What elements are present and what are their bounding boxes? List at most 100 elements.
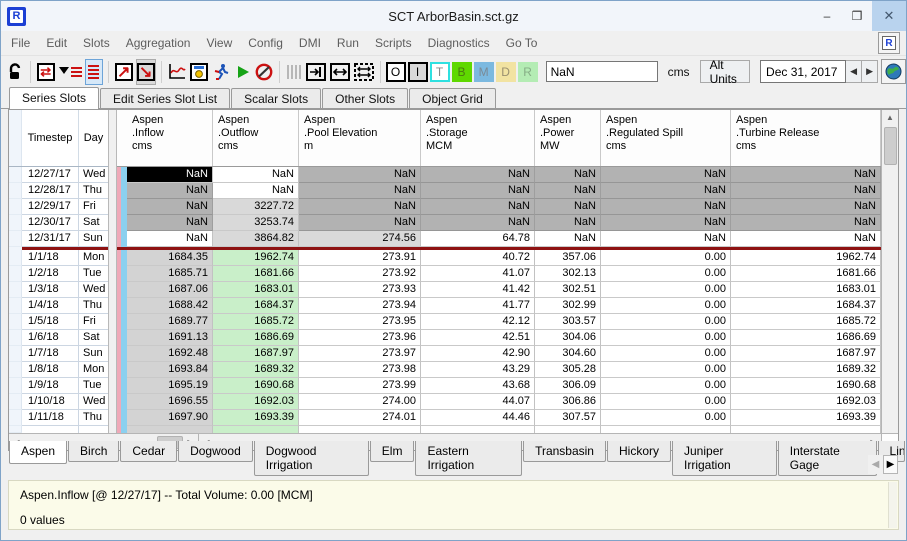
value-cell[interactable]: NaN bbox=[421, 215, 535, 231]
value-cell[interactable]: NaN bbox=[213, 167, 299, 183]
day-cell[interactable]: Wed bbox=[79, 167, 108, 183]
row-gutter[interactable] bbox=[9, 199, 22, 215]
timestep-cell[interactable]: 12/27/17 bbox=[22, 167, 79, 183]
scroll-up-icon[interactable]: ▲ bbox=[883, 110, 898, 125]
row-gutter[interactable] bbox=[9, 346, 22, 362]
day-cell[interactable]: Mon bbox=[79, 250, 108, 266]
row-gutter[interactable] bbox=[9, 282, 22, 298]
timestep-cell[interactable]: 1/7/18 bbox=[22, 346, 79, 362]
timestep-cell[interactable]: 1/6/18 bbox=[22, 330, 79, 346]
vertical-scroll-thumb[interactable] bbox=[884, 127, 897, 165]
column-header-aspen-storage[interactable]: Aspen.StorageMCM bbox=[421, 110, 535, 166]
fit-width-button[interactable] bbox=[329, 59, 351, 85]
value-cell[interactable]: 0.00 bbox=[601, 394, 731, 410]
date-next-button[interactable]: ▶ bbox=[862, 60, 878, 83]
shrink-slot-button[interactable]: ↘ bbox=[136, 59, 156, 85]
day-cell[interactable]: Thu bbox=[79, 183, 108, 199]
pane-splitter[interactable] bbox=[108, 110, 117, 433]
value-cell[interactable]: 3227.72 bbox=[213, 199, 299, 215]
row-gutter[interactable] bbox=[9, 298, 22, 314]
object-tabs-right-icon[interactable]: ▶ bbox=[883, 455, 898, 474]
object-tab-hickory[interactable]: Hickory bbox=[607, 441, 671, 462]
fit-column-button[interactable] bbox=[305, 59, 327, 85]
flag-o-button[interactable]: O bbox=[386, 62, 406, 82]
menu-item-dmi[interactable]: DMI bbox=[299, 36, 321, 50]
value-cell[interactable]: 307.57 bbox=[535, 410, 601, 426]
value-cell[interactable]: 274.01 bbox=[299, 410, 421, 426]
value-cell[interactable]: 1692.03 bbox=[213, 394, 299, 410]
value-cell[interactable]: NaN bbox=[535, 167, 601, 183]
value-cell[interactable]: 1681.66 bbox=[213, 266, 299, 282]
value-cell[interactable]: 43.29 bbox=[421, 362, 535, 378]
value-cell[interactable]: 41.42 bbox=[421, 282, 535, 298]
value-cell[interactable]: 1693.39 bbox=[731, 410, 881, 426]
value-cell[interactable]: 1685.71 bbox=[127, 266, 213, 282]
value-cell[interactable]: 1962.74 bbox=[213, 250, 299, 266]
day-cell[interactable]: Sat bbox=[79, 330, 108, 346]
row-gutter[interactable] bbox=[9, 266, 22, 282]
day-cell[interactable]: Tue bbox=[79, 266, 108, 282]
flag-m-button[interactable]: M bbox=[474, 62, 494, 82]
tab-edit-series-slot-list[interactable]: Edit Series Slot List bbox=[100, 88, 230, 109]
value-cell[interactable]: 42.90 bbox=[421, 346, 535, 362]
value-cell[interactable]: 1687.97 bbox=[213, 346, 299, 362]
riverware-workspace-button[interactable]: R bbox=[878, 32, 900, 54]
object-tab-cedar[interactable]: Cedar bbox=[120, 441, 177, 462]
column-header-aspen-outflow[interactable]: Aspen.Outflowcms bbox=[213, 110, 299, 166]
value-cell[interactable]: 1683.01 bbox=[731, 282, 881, 298]
minimize-button[interactable]: – bbox=[812, 1, 842, 31]
value-cell[interactable]: 273.99 bbox=[299, 378, 421, 394]
menu-item-run[interactable]: Run bbox=[337, 36, 359, 50]
day-cell[interactable]: Sun bbox=[79, 231, 108, 247]
value-cell[interactable]: 302.13 bbox=[535, 266, 601, 282]
start-run-button[interactable] bbox=[233, 59, 251, 85]
value-cell[interactable]: NaN bbox=[601, 199, 731, 215]
value-cell[interactable]: NaN bbox=[127, 167, 213, 183]
value-cell[interactable]: 305.28 bbox=[535, 362, 601, 378]
value-input[interactable] bbox=[546, 61, 658, 82]
value-cell[interactable]: NaN bbox=[535, 199, 601, 215]
value-cell[interactable]: 1689.32 bbox=[731, 362, 881, 378]
value-cell[interactable]: 42.51 bbox=[421, 330, 535, 346]
value-cell[interactable]: 1684.37 bbox=[731, 298, 881, 314]
row-view-button[interactable] bbox=[85, 59, 103, 85]
row-gutter[interactable] bbox=[9, 215, 22, 231]
value-cell[interactable]: 1687.06 bbox=[127, 282, 213, 298]
value-cell[interactable]: 0.00 bbox=[601, 266, 731, 282]
object-tab-aspen[interactable]: Aspen bbox=[9, 441, 67, 464]
object-tab-birch[interactable]: Birch bbox=[68, 441, 119, 462]
value-cell[interactable]: 273.94 bbox=[299, 298, 421, 314]
value-cell[interactable]: 273.97 bbox=[299, 346, 421, 362]
value-cell[interactable]: 1689.77 bbox=[127, 314, 213, 330]
value-cell[interactable]: 1693.84 bbox=[127, 362, 213, 378]
value-cell[interactable]: NaN bbox=[213, 183, 299, 199]
value-cell[interactable]: NaN bbox=[535, 215, 601, 231]
value-cell[interactable]: 0.00 bbox=[601, 250, 731, 266]
value-cell[interactable]: NaN bbox=[731, 183, 881, 199]
menu-item-diagnostics[interactable]: Diagnostics bbox=[428, 36, 490, 50]
flag-d-button[interactable]: D bbox=[496, 62, 516, 82]
menu-item-view[interactable]: View bbox=[206, 36, 232, 50]
value-cell[interactable]: 41.07 bbox=[421, 266, 535, 282]
menu-item-scripts[interactable]: Scripts bbox=[375, 36, 412, 50]
value-cell[interactable]: NaN bbox=[127, 183, 213, 199]
sort-button[interactable] bbox=[58, 59, 83, 85]
menu-item-go-to[interactable]: Go To bbox=[506, 36, 538, 50]
value-cell[interactable]: 42.12 bbox=[421, 314, 535, 330]
timestep-cell[interactable]: 1/2/18 bbox=[22, 266, 79, 282]
value-cell[interactable]: 1684.37 bbox=[213, 298, 299, 314]
value-cell[interactable]: 0.00 bbox=[601, 362, 731, 378]
value-cell[interactable]: 304.60 bbox=[535, 346, 601, 362]
run-control-button[interactable] bbox=[211, 59, 231, 85]
object-tab-juniper-irrigation[interactable]: Juniper Irrigation bbox=[672, 441, 777, 476]
value-cell[interactable]: NaN bbox=[421, 167, 535, 183]
value-cell[interactable]: NaN bbox=[299, 215, 421, 231]
fit-all-button[interactable] bbox=[353, 59, 375, 85]
row-gutter[interactable] bbox=[9, 394, 22, 410]
value-cell[interactable]: 0.00 bbox=[601, 314, 731, 330]
value-cell[interactable]: NaN bbox=[731, 199, 881, 215]
value-cell[interactable]: NaN bbox=[731, 215, 881, 231]
value-cell[interactable]: 0.00 bbox=[601, 378, 731, 394]
date-prev-button[interactable]: ◀ bbox=[846, 60, 862, 83]
value-cell[interactable]: 0.00 bbox=[601, 330, 731, 346]
